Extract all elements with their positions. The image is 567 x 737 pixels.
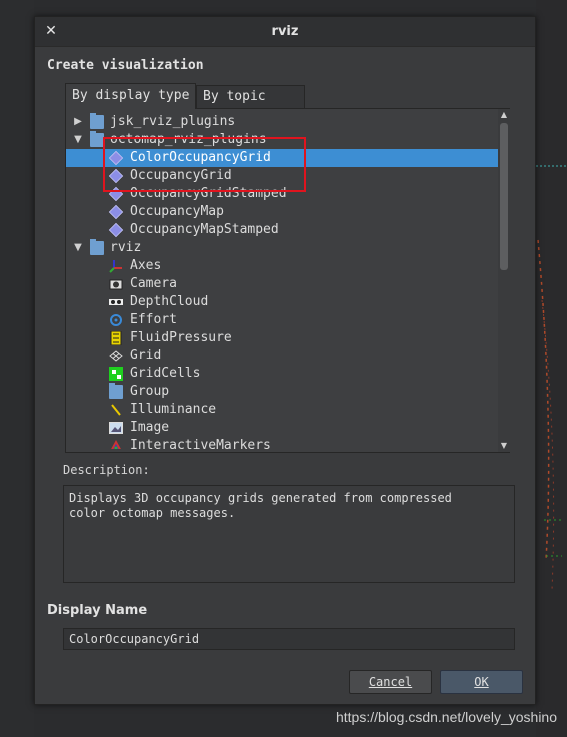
tree-item-label: OccupancyMapStamped	[130, 222, 279, 237]
tree-item-label: DepthCloud	[130, 294, 209, 309]
tree-item-occupancygridstamped[interactable]: OccupancyGridStamped	[66, 185, 498, 203]
image-icon	[109, 421, 123, 435]
tree-item-label: Illuminance	[130, 402, 217, 417]
tree-item-label: Effort	[130, 312, 177, 327]
tree-item-group[interactable]: Group	[66, 383, 498, 401]
pointcloud-traces	[536, 165, 567, 591]
illuminance-icon	[109, 403, 123, 417]
display-type-tree[interactable]: ▶ jsk_rviz_plugins ▼ octomap_rviz_plugin…	[66, 113, 498, 449]
cancel-button[interactable]: Cancel	[349, 670, 432, 694]
collapsed-arrow-icon[interactable]: ▶	[72, 113, 84, 131]
gridcells-icon	[109, 367, 123, 381]
axes-icon	[109, 259, 123, 273]
tree-item-jsk-rviz-plugins[interactable]: ▶ jsk_rviz_plugins	[66, 113, 498, 131]
display-name-input[interactable]: ColorOccupancyGrid	[63, 628, 515, 650]
watermark: https://blog.csdn.net/lovely_yoshino	[335, 709, 557, 725]
description-label: Description:	[63, 463, 150, 477]
scroll-up-icon[interactable]: ▲	[498, 109, 510, 121]
group-icon	[109, 383, 123, 399]
tree-item-axes[interactable]: Axes	[66, 257, 498, 275]
folder-icon	[90, 113, 104, 129]
folder-icon	[90, 131, 104, 147]
tree-item-interactivemarkers[interactable]: InteractiveMarkers	[66, 437, 498, 449]
tree-item-coloroccupancygrid[interactable]: ColorOccupancyGrid	[66, 149, 498, 167]
diamond-plugin-icon	[108, 204, 124, 220]
tree-item-effort[interactable]: Effort	[66, 311, 498, 329]
description-text: Displays 3D occupancy grids generated fr…	[69, 491, 452, 520]
tree-item-label: Axes	[130, 258, 162, 273]
tree-item-fluidpressure[interactable]: FluidPressure	[66, 329, 498, 347]
tree-item-occupancymapstamped[interactable]: OccupancyMapStamped	[66, 221, 498, 239]
diamond-plugin-icon	[108, 186, 124, 202]
tree-item-label: OccupancyGrid	[130, 168, 232, 183]
display-name-label: Display Name	[47, 603, 148, 618]
tree-item-occupancymap[interactable]: OccupancyMap	[66, 203, 498, 221]
tree-item-label: OccupancyGridStamped	[130, 186, 287, 201]
fluidpressure-icon	[109, 330, 123, 346]
tree-item-depthcloud[interactable]: DepthCloud	[66, 293, 498, 311]
interactivemarkers-icon	[109, 439, 123, 449]
window-title: rviz	[271, 24, 299, 39]
tree-item-label: Camera	[130, 276, 177, 291]
tree-item-illuminance[interactable]: Illuminance	[66, 401, 498, 419]
tree-item-grid[interactable]: Grid	[66, 347, 498, 365]
tree-item-octomap-rviz-plugins[interactable]: ▼ octomap_rviz_plugins	[66, 131, 498, 149]
scrollbar-thumb[interactable]	[500, 123, 508, 270]
tree-item-occupancygrid[interactable]: OccupancyGrid	[66, 167, 498, 185]
effort-icon	[109, 313, 123, 327]
diamond-plugin-icon	[108, 168, 124, 184]
scroll-down-icon[interactable]: ▼	[498, 440, 510, 452]
tree-item-label: ColorOccupancyGrid	[130, 150, 271, 165]
tab-by-topic[interactable]: By topic	[196, 85, 305, 108]
depthcloud-icon	[109, 295, 123, 309]
tree-item-gridcells[interactable]: GridCells	[66, 365, 498, 383]
diamond-plugin-icon	[108, 222, 124, 238]
tree-item-camera[interactable]: Camera	[66, 275, 498, 293]
tree-item-label: GridCells	[130, 366, 201, 381]
diamond-plugin-icon	[108, 150, 124, 166]
expanded-arrow-icon[interactable]: ▼	[72, 239, 84, 257]
tab-by-display-type[interactable]: By display type	[65, 83, 196, 109]
tree-item-image[interactable]: Image	[66, 419, 498, 437]
background-left-panel	[0, 0, 34, 737]
tree-item-label: Image	[130, 420, 170, 435]
tree-item-label: InteractiveMarkers	[130, 438, 271, 449]
tree-item-rviz[interactable]: ▼ rviz	[66, 239, 498, 257]
ok-button[interactable]: OK	[440, 670, 523, 694]
background-3d-view	[536, 0, 567, 737]
title-bar: ✕ rviz	[35, 17, 535, 47]
description-box: Displays 3D occupancy grids generated fr…	[63, 485, 515, 583]
tree-item-label: Group	[130, 384, 170, 399]
folder-icon	[90, 239, 104, 255]
tree-item-label: Grid	[130, 348, 162, 363]
display-type-tree-panel: ▶ jsk_rviz_plugins ▼ octomap_rviz_plugin…	[65, 108, 510, 453]
expanded-arrow-icon[interactable]: ▼	[72, 131, 84, 149]
tree-item-label: rviz	[110, 240, 142, 255]
tree-item-label: jsk_rviz_plugins	[110, 114, 236, 129]
tree-item-label: FluidPressure	[130, 330, 232, 345]
camera-icon	[109, 277, 123, 291]
tree-scrollbar[interactable]: ▲ ▼	[498, 109, 510, 452]
tree-item-label: octomap_rviz_plugins	[110, 132, 267, 147]
grid-icon	[109, 349, 123, 363]
create-visualization-dialog: ✕ rviz Create visualization By display t…	[34, 16, 536, 705]
section-heading: Create visualization	[47, 58, 204, 73]
tree-item-label: OccupancyMap	[130, 204, 224, 219]
